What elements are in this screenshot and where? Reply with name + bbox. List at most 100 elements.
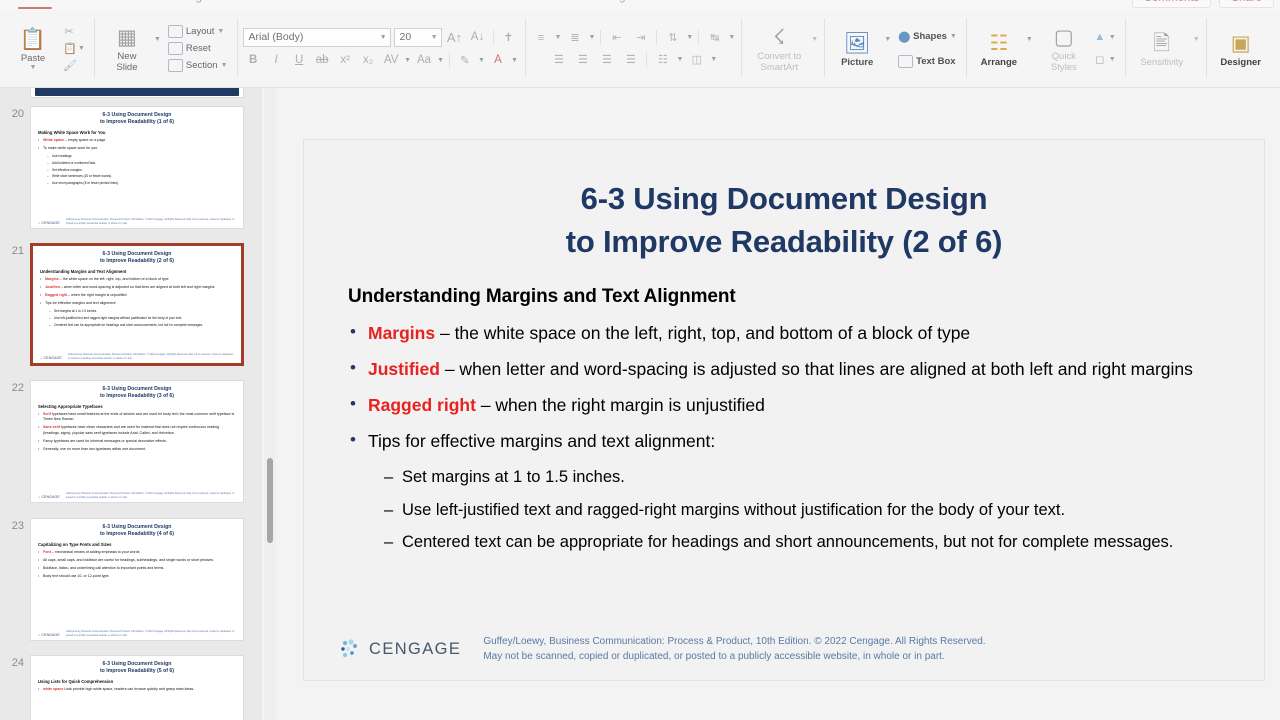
sensitivity-button[interactable]: 🖹 Sensitivity: [1131, 29, 1193, 69]
picture-label: Picture: [841, 56, 874, 68]
slide-thumbnail-23[interactable]: 6-3 Using Document Design to Improve Read…: [30, 518, 244, 641]
chevron-down-icon[interactable]: ▼: [437, 57, 444, 64]
align-right-button[interactable]: ☰: [596, 51, 617, 69]
clear-formatting-button[interactable]: ✝: [499, 28, 519, 47]
thumbnail-row[interactable]: 21 6-3 Using Document Design to Improve Re…: [0, 243, 262, 366]
chevron-down-icon[interactable]: ▼: [478, 57, 485, 64]
picture-button[interactable]: 🖼 Picture: [830, 29, 884, 69]
chevron-down-icon[interactable]: ▼: [811, 36, 818, 43]
ribbon-tab-design[interactable]: Design: [162, 0, 220, 6]
reset-button[interactable]: Reset: [165, 41, 231, 56]
chevron-down-icon[interactable]: ▼: [1026, 36, 1033, 43]
thumbnail-scrollbar[interactable]: [264, 88, 276, 720]
thumbnail-sub-bullet: Set margins at 1 to 1.5 inches.: [49, 309, 234, 314]
numbering-button[interactable]: ≣: [564, 29, 585, 47]
thumbnail-sub-bullet: Use headings.: [47, 154, 236, 159]
chevron-down-icon[interactable]: ▼: [710, 56, 717, 63]
section-button[interactable]: Section ▼: [165, 58, 231, 73]
italic-button[interactable]: I: [266, 51, 286, 70]
ribbon-tab-slide-show[interactable]: Slide Show: [376, 0, 456, 6]
arrange-icon: ☷: [989, 31, 1009, 55]
thumbnail-row[interactable]: 20 6-3 Using Document Design to Improve Re…: [0, 106, 262, 229]
layout-button[interactable]: Layout ▼: [165, 24, 231, 39]
slide-canvas-area[interactable]: 6-3 Using Document Design to Improve Read…: [276, 88, 1280, 720]
slide-title[interactable]: 6-3 Using Document Design to Improve Read…: [304, 140, 1264, 264]
ribbon-tab-recording[interactable]: Recording: [562, 0, 636, 6]
slide-body[interactable]: Understanding Margins and Text Alignment…: [304, 264, 1264, 555]
chevron-down-icon[interactable]: ▼: [728, 34, 735, 41]
thumbnail-sub-bullet: Use short paragraphs (8 or fewer printed…: [47, 181, 236, 186]
convert-to-smartart-button[interactable]: ☇ Convert to SmartArt: [747, 23, 811, 74]
superscript-button[interactable]: x²: [335, 51, 355, 70]
columns-button[interactable]: ☷: [652, 51, 673, 69]
chevron-down-icon[interactable]: ▼: [676, 56, 683, 63]
format-painter-button[interactable]: 🖌: [60, 58, 88, 73]
slide-thumbnail-pane[interactable]: 20 6-3 Using Document Design to Improve Re…: [0, 88, 262, 720]
font-name-combo[interactable]: Arial (Body) ▼: [242, 27, 391, 47]
copy-button[interactable]: 📋 ▼: [60, 41, 88, 56]
arrange-button[interactable]: ☷ Arrange: [972, 29, 1026, 69]
paste-button[interactable]: 📋 Paste ▼: [6, 25, 60, 73]
bullets-button[interactable]: ≡: [531, 29, 552, 47]
slide-thumbnail-20[interactable]: 6-3 Using Document Design to Improve Read…: [30, 106, 244, 229]
slide-thumbnail-22[interactable]: 6-3 Using Document Design to Improve Read…: [30, 380, 244, 503]
ribbon-tab-insert[interactable]: Insert: [62, 0, 113, 6]
underline-button[interactable]: U: [289, 51, 309, 70]
ribbon-tab-animations[interactable]: Animations: [297, 0, 376, 6]
text-box-button[interactable]: Text Box: [895, 54, 960, 69]
share-button[interactable]: Share: [1219, 0, 1274, 8]
shape-outline-button[interactable]: ◻ ▼: [1091, 52, 1119, 67]
current-slide[interactable]: 6-3 Using Document Design to Improve Read…: [304, 140, 1264, 680]
chevron-down-icon[interactable]: ▼: [884, 36, 891, 43]
align-left-button[interactable]: ☰: [548, 51, 569, 69]
thumbnail-partial-previous[interactable]: [30, 88, 244, 98]
slide-thumbnail-24[interactable]: 6-3 Using Document Design to Improve Read…: [30, 655, 244, 720]
quick-styles-button[interactable]: ▢ Quick Styles: [1037, 23, 1091, 74]
chevron-down-icon[interactable]: ▼: [1193, 36, 1200, 43]
increase-indent-button[interactable]: ⇥: [630, 29, 651, 47]
chevron-down-icon[interactable]: ▼: [404, 57, 411, 64]
strikethrough-button[interactable]: ab: [312, 51, 332, 70]
cut-button[interactable]: ✂: [60, 24, 88, 39]
shrink-font-button[interactable]: A↓: [468, 28, 488, 47]
chevron-down-icon[interactable]: ▼: [555, 34, 562, 41]
line-spacing-button[interactable]: ⇅: [662, 29, 683, 47]
bold-button[interactable]: B: [243, 51, 263, 70]
change-case-button[interactable]: Aa: [414, 51, 434, 70]
thumbnail-row[interactable]: 24 6-3 Using Document Design to Improve Re…: [0, 655, 262, 720]
align-text-button[interactable]: ◫: [686, 51, 707, 69]
comments-button[interactable]: Comments: [1131, 0, 1212, 8]
chevron-down-icon[interactable]: ▼: [154, 36, 161, 43]
align-center-button[interactable]: ☰: [572, 51, 593, 69]
thumbnail-row[interactable]: 22 6-3 Using Document Design to Improve Re…: [0, 380, 262, 503]
thumbnail-bullet: white space Lists provide high white spa…: [38, 687, 236, 693]
chevron-down-icon[interactable]: ▼: [686, 34, 693, 41]
shape-outline-icon: ◻: [1095, 54, 1105, 66]
text-highlight-color-button[interactable]: ✎: [455, 51, 475, 70]
ribbon-tab-view[interactable]: View: [515, 0, 562, 6]
shape-fill-button[interactable]: ▲ ▼: [1091, 30, 1119, 44]
chevron-down-icon[interactable]: ▼: [588, 34, 595, 41]
decrease-indent-button[interactable]: ⇤: [606, 29, 627, 47]
section-label: Section: [185, 60, 218, 71]
ribbon-tab-review[interactable]: Review: [456, 0, 516, 6]
designer-button[interactable]: ▣ Designer: [1212, 29, 1270, 69]
thumbnail-row[interactable]: 23 6-3 Using Document Design to Improve Re…: [0, 518, 262, 641]
font-size-combo[interactable]: 20 ▼: [393, 27, 442, 47]
shapes-button[interactable]: ⬤ Shapes ▼: [895, 29, 960, 44]
font-color-button[interactable]: A: [488, 51, 508, 70]
ribbon-group-slides: ▦ New Slide ▼ Layout ▼ Reset Section ▼: [93, 10, 237, 87]
justify-button[interactable]: ☰: [620, 51, 641, 69]
character-spacing-button[interactable]: AV: [381, 51, 401, 70]
text-direction-button[interactable]: ↹: [704, 29, 725, 47]
ribbon-tab-home[interactable]: Home: [8, 0, 62, 9]
new-slide-button[interactable]: ▦ New Slide: [100, 23, 154, 74]
ribbon-tab-tell-me[interactable]: Tell me: [637, 0, 695, 6]
slide-thumbnail-21[interactable]: 6-3 Using Document Design to Improve Read…: [30, 243, 244, 366]
subscript-button[interactable]: x₂: [358, 51, 378, 70]
scrollbar-thumb[interactable]: [267, 458, 273, 543]
grow-font-button[interactable]: A↑: [445, 28, 465, 47]
chevron-down-icon[interactable]: ▼: [511, 57, 518, 64]
ribbon-tab-draw[interactable]: Draw: [113, 0, 162, 6]
ribbon-tab-transitions[interactable]: Transitions: [219, 0, 297, 6]
